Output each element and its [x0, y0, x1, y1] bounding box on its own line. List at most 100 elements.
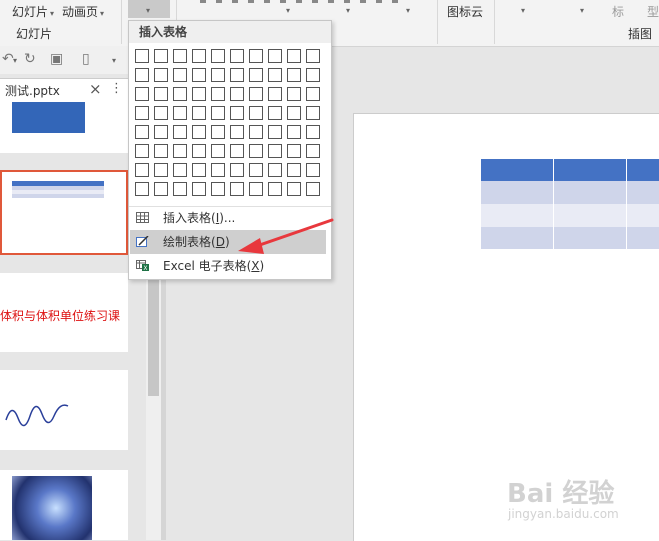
table-grid-cell[interactable]: [192, 49, 206, 63]
undo-icon[interactable]: ↶: [2, 51, 14, 67]
table-grid-cell[interactable]: [154, 68, 168, 82]
table-grid-cell[interactable]: [306, 87, 320, 101]
table-grid-cell[interactable]: [306, 49, 320, 63]
icon-cloud-button[interactable]: 图标云: [447, 3, 483, 20]
table-grid-cell[interactable]: [192, 144, 206, 158]
table-grid-cell[interactable]: [192, 163, 206, 177]
table-grid-cell[interactable]: [287, 68, 301, 82]
slide-thumbnail-selected[interactable]: [0, 170, 128, 255]
table-grid-cell[interactable]: [192, 125, 206, 139]
table-grid-cell[interactable]: [135, 182, 149, 196]
table-grid-cell[interactable]: [135, 68, 149, 82]
slide-thumbnail[interactable]: [0, 470, 128, 540]
table-grid-cell[interactable]: [306, 106, 320, 120]
table-grid-cell[interactable]: [230, 49, 244, 63]
table-grid-cell[interactable]: [287, 49, 301, 63]
table-grid-cell[interactable]: [211, 87, 225, 101]
table-grid-cell[interactable]: [268, 87, 282, 101]
table-grid-cell[interactable]: [287, 87, 301, 101]
table-size-grid[interactable]: [135, 49, 323, 201]
table-grid-cell[interactable]: [230, 68, 244, 82]
table-grid-cell[interactable]: [135, 49, 149, 63]
table-grid-cell[interactable]: [287, 163, 301, 177]
table-grid-cell[interactable]: [249, 182, 263, 196]
table-grid-cell[interactable]: [135, 87, 149, 101]
chevron-down-icon[interactable]: ▾: [346, 6, 350, 15]
slide-table[interactable]: [481, 159, 659, 249]
slides-menu-button[interactable]: 幻灯片 ▾: [12, 3, 54, 20]
table-grid-cell[interactable]: [192, 68, 206, 82]
table-grid-cell[interactable]: [268, 49, 282, 63]
table-grid-cell[interactable]: [268, 68, 282, 82]
slide-thumbnail[interactable]: 体积与体积单位练习课: [0, 273, 128, 352]
redo-icon[interactable]: ↻: [24, 51, 36, 67]
slide-thumbnail[interactable]: [0, 370, 128, 450]
table-grid-cell[interactable]: [230, 87, 244, 101]
chevron-down-icon[interactable]: ▾: [580, 6, 584, 15]
table-grid-cell[interactable]: [249, 68, 263, 82]
table-grid-cell[interactable]: [230, 144, 244, 158]
table-grid-cell[interactable]: [211, 125, 225, 139]
table-grid-cell[interactable]: [249, 144, 263, 158]
table-grid-cell[interactable]: [154, 106, 168, 120]
table-grid-cell[interactable]: [268, 182, 282, 196]
table-grid-cell[interactable]: [211, 182, 225, 196]
close-icon[interactable]: ×: [89, 80, 102, 98]
table-grid-cell[interactable]: [306, 144, 320, 158]
table-grid-cell[interactable]: [249, 163, 263, 177]
table-grid-cell[interactable]: [154, 49, 168, 63]
excel-spreadsheet-menu-item[interactable]: X Excel 电子表格(X): [130, 254, 326, 278]
table-grid-cell[interactable]: [211, 49, 225, 63]
table-grid-cell[interactable]: [249, 49, 263, 63]
table-grid-cell[interactable]: [249, 87, 263, 101]
slide-thumbnail[interactable]: [0, 100, 128, 153]
table-grid-cell[interactable]: [268, 125, 282, 139]
table-grid-cell[interactable]: [173, 144, 187, 158]
table-grid-cell[interactable]: [154, 182, 168, 196]
table-grid-cell[interactable]: [306, 125, 320, 139]
chevron-down-icon[interactable]: ▾: [521, 6, 525, 15]
table-grid-cell[interactable]: [287, 144, 301, 158]
table-dropdown-chevron-icon[interactable]: ▾: [146, 6, 150, 15]
table-grid-cell[interactable]: [211, 144, 225, 158]
table-grid-cell[interactable]: [230, 163, 244, 177]
slides-scrollbar-thumb[interactable]: [148, 268, 159, 396]
table-grid-cell[interactable]: [154, 125, 168, 139]
customize-chevron-icon[interactable]: ▾: [112, 56, 116, 65]
animation-page-button[interactable]: 动画页 ▾: [62, 3, 104, 20]
table-grid-cell[interactable]: [135, 125, 149, 139]
table-grid-cell[interactable]: [306, 163, 320, 177]
table-grid-cell[interactable]: [192, 182, 206, 196]
table-grid-cell[interactable]: [173, 106, 187, 120]
table-grid-cell[interactable]: [173, 182, 187, 196]
table-grid-cell[interactable]: [154, 87, 168, 101]
table-grid-cell[interactable]: [173, 49, 187, 63]
table-grid-cell[interactable]: [211, 106, 225, 120]
table-grid-cell[interactable]: [249, 125, 263, 139]
table-grid-cell[interactable]: [173, 68, 187, 82]
table-grid-cell[interactable]: [211, 163, 225, 177]
table-grid-cell[interactable]: [173, 125, 187, 139]
table-grid-cell[interactable]: [192, 106, 206, 120]
table-grid-cell[interactable]: [192, 87, 206, 101]
more-options-icon[interactable]: ⋮: [110, 81, 123, 96]
table-grid-cell[interactable]: [154, 163, 168, 177]
table-grid-cell[interactable]: [268, 163, 282, 177]
table-grid-cell[interactable]: [249, 106, 263, 120]
table-grid-cell[interactable]: [230, 125, 244, 139]
table-grid-cell[interactable]: [173, 87, 187, 101]
table-grid-cell[interactable]: [230, 106, 244, 120]
table-grid-cell[interactable]: [287, 182, 301, 196]
new-file-icon[interactable]: ▯: [82, 51, 90, 67]
chevron-down-icon[interactable]: ▾: [13, 56, 17, 65]
slideshow-icon[interactable]: ▣: [50, 51, 63, 67]
document-tab[interactable]: 测试.pptx × ⋮: [0, 78, 128, 101]
table-grid-cell[interactable]: [287, 106, 301, 120]
table-grid-cell[interactable]: [306, 182, 320, 196]
chevron-down-icon[interactable]: ▾: [406, 6, 410, 15]
table-grid-cell[interactable]: [268, 106, 282, 120]
table-grid-cell[interactable]: [211, 68, 225, 82]
table-grid-cell[interactable]: [230, 182, 244, 196]
table-grid-cell[interactable]: [306, 68, 320, 82]
table-grid-cell[interactable]: [268, 144, 282, 158]
